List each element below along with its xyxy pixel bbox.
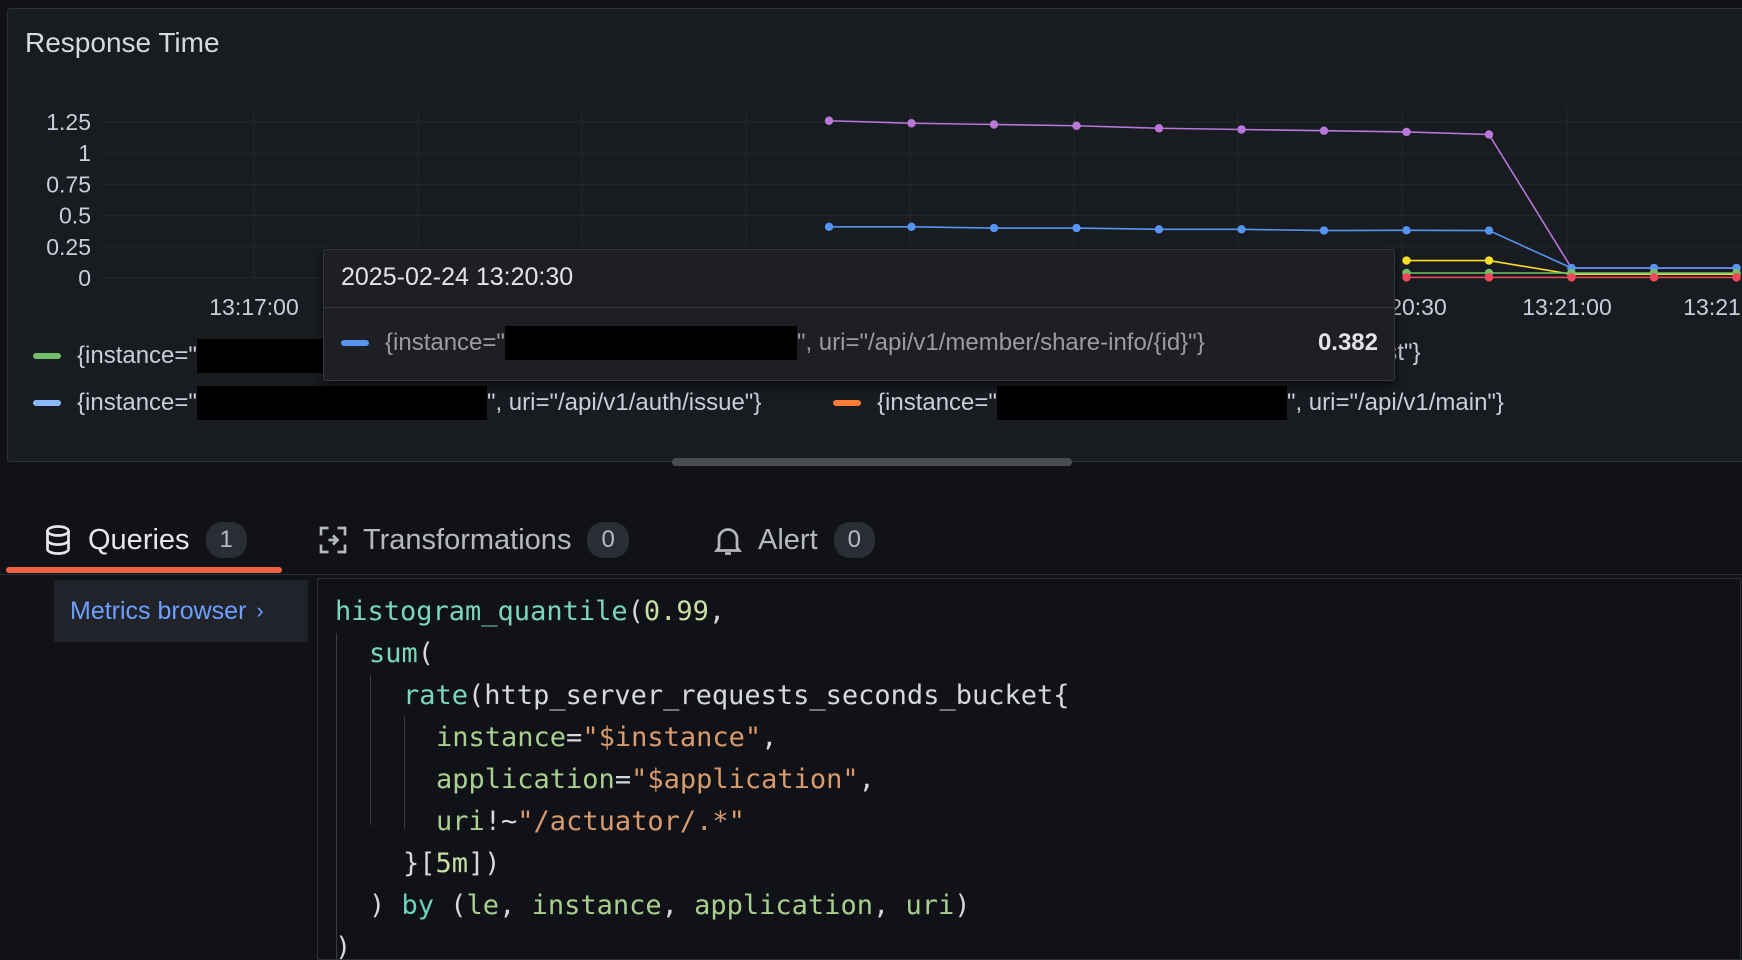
x-tick-label: 13:21:30 [1683, 294, 1742, 320]
series-point[interactable] [1484, 130, 1494, 139]
code-line: uri!~"/actuator/.*" [436, 806, 745, 837]
legend-swatch [33, 353, 61, 359]
legend-item-2[interactable]: {instance=" ", uri="/api/v1/auth/issue"} [33, 386, 761, 420]
code-line: rate(http_server_requests_seconds_bucket… [403, 680, 1070, 711]
x-tick-label: 13:17:00 [209, 294, 299, 320]
series-point[interactable] [824, 222, 834, 232]
tooltip-timestamp: 2025-02-24 13:20:30 [341, 263, 574, 291]
legend-swatch [33, 400, 61, 406]
series-point[interactable] [1237, 125, 1246, 134]
series-point[interactable] [1072, 121, 1081, 130]
series-point[interactable] [1072, 223, 1081, 233]
legend-item-3[interactable]: {instance=" ", uri="/api/v1/main"} [833, 386, 1504, 420]
legend-scrollbar[interactable] [672, 458, 1072, 466]
active-tab-indicator [6, 567, 282, 573]
tooltip-swatch [341, 340, 369, 346]
code-line: }[5m]) [403, 848, 501, 879]
series-point[interactable] [907, 119, 916, 128]
query-editor[interactable]: histogram_quantile(0.99, sum( rate(http_… [317, 578, 1741, 960]
indent-guide [336, 633, 337, 959]
y-tick-label: 1.25 [46, 109, 91, 135]
series-point[interactable] [1319, 226, 1329, 235]
series-point[interactable] [824, 116, 834, 125]
series-point[interactable] [1402, 127, 1411, 137]
redacted-instance [504, 326, 797, 360]
series-point[interactable] [1649, 273, 1659, 282]
y-tick-label: 0 [78, 265, 91, 291]
bell-icon [714, 528, 742, 555]
x-tick-label: 13:21:00 [1522, 294, 1612, 320]
series-point[interactable] [1732, 273, 1741, 282]
metrics-browser-label: Metrics browser [70, 596, 247, 625]
tab-count: 0 [833, 522, 875, 558]
series-point[interactable] [1484, 273, 1494, 282]
y-tick-label: 1 [78, 140, 91, 166]
series-point[interactable] [989, 120, 999, 129]
series-line-1[interactable] [828, 119, 1737, 269]
redacted-instance [196, 386, 487, 420]
tooltip-series-row: {instance=" ", uri="/api/v1/member/share… [341, 323, 1378, 363]
series-point[interactable] [1484, 256, 1494, 265]
tooltip-series-prefix: {instance=" [385, 329, 505, 356]
tooltip-divider [324, 307, 1394, 308]
code-line: sum( [369, 638, 435, 669]
series-point[interactable] [907, 222, 916, 232]
tab-queries[interactable]: Queries 1 [40, 510, 247, 570]
legend-label-prefix: {instance=" [77, 342, 197, 369]
response-time-panel: Response Time 1.25 1 0.75 0.5 0.25 0 13:17:00 1… [7, 8, 1742, 462]
tab-label: Transformations [363, 523, 572, 556]
legend-label-prefix: {instance=" [77, 389, 197, 416]
series-point[interactable] [1154, 225, 1164, 234]
metrics-browser-button[interactable]: Metrics browser › [54, 580, 308, 642]
series-point[interactable] [1402, 273, 1411, 282]
series-point[interactable] [1402, 256, 1411, 265]
code-line: application="$application", [436, 764, 875, 795]
series-point[interactable] [1567, 273, 1576, 282]
y-tick-label: 0.75 [46, 171, 91, 197]
tooltip-series-suffix: ", uri="/api/v1/member/share-info/{id}"} [796, 329, 1205, 356]
series-point[interactable] [1402, 226, 1411, 235]
tooltip-value: 0.382 [1317, 329, 1378, 356]
series-point[interactable] [1484, 226, 1494, 235]
chevron-right-icon: › [256, 598, 264, 623]
tab-count: 0 [587, 522, 629, 558]
indent-guide [370, 675, 371, 825]
y-tick-label: 0.25 [46, 234, 91, 260]
series-point[interactable] [989, 223, 999, 233]
indent-guide [404, 717, 405, 829]
tab-count: 1 [205, 522, 247, 558]
series-point[interactable] [1319, 126, 1329, 135]
code-line: instance="$instance", [436, 722, 778, 753]
y-tick-label: 0.5 [59, 203, 91, 229]
tab-alert[interactable]: Alert 0 [710, 510, 875, 570]
legend-label-suffix: ", uri="/api/v1/main"} [1286, 389, 1504, 416]
tab-label: Queries [88, 523, 190, 556]
editor-tabs: Queries 1 Transformations 0 Alert 0 [0, 510, 1742, 574]
tab-label: Alert [758, 523, 818, 556]
legend-label-suffix: ", uri="/api/v1/auth/issue"} [486, 389, 762, 416]
database-icon [46, 525, 70, 555]
code-line: histogram_quantile(0.99, [335, 596, 726, 627]
legend-label-prefix: {instance=" [877, 389, 997, 416]
redacted-instance [996, 386, 1287, 420]
tab-transformations[interactable]: Transformations 0 [315, 510, 629, 570]
transform-icon [319, 526, 347, 554]
legend-swatch [833, 400, 861, 406]
series-point[interactable] [1154, 124, 1164, 133]
series-point[interactable] [1237, 225, 1246, 234]
chart-tooltip: 2025-02-24 13:20:30 {instance=" ", uri="… [323, 249, 1395, 381]
tabs-divider [0, 574, 1742, 575]
code-line: ) by (le, instance, application, uri) [369, 890, 971, 921]
